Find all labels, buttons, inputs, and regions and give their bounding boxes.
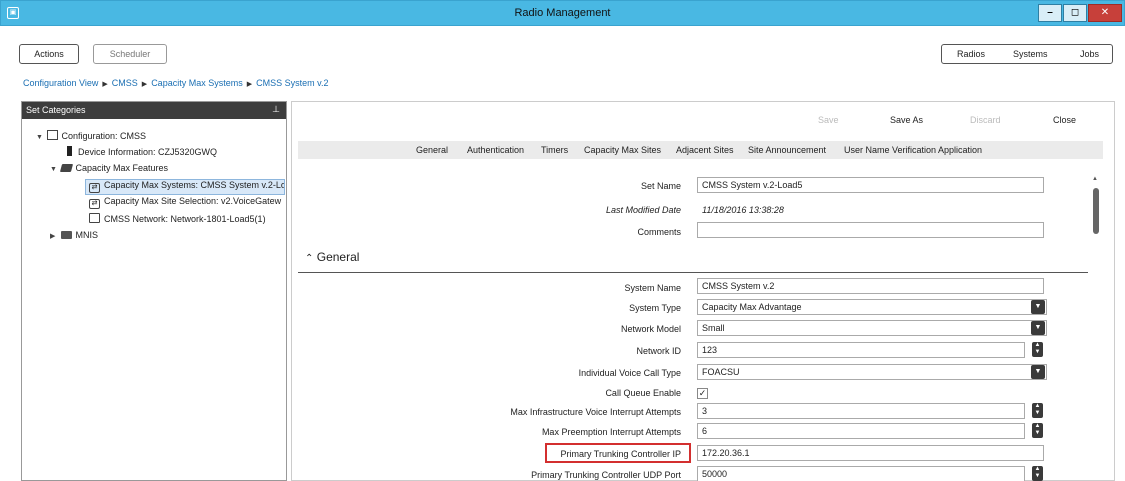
network-id-label: Network ID <box>636 346 681 356</box>
breadcrumb-separator-icon: ▶ <box>102 81 108 88</box>
last-modified-label: Last Modified Date <box>605 205 681 215</box>
tab-capacity-max-sites[interactable]: Capacity Max Sites <box>584 145 661 155</box>
set-categories-panel: Set Categories ⊥ ▼ Configuration: CMSS D… <box>21 101 287 481</box>
network-id-input[interactable]: 123 <box>697 342 1025 358</box>
jobs-button[interactable]: Jobs <box>1080 49 1099 59</box>
tree-item-label: Device Information: CZJ5320GWQ <box>78 147 218 157</box>
tree-item-label: CMSS Network: Network-1801-Load5(1) <box>104 214 266 224</box>
expand-down-icon[interactable]: ▼ <box>36 134 44 141</box>
tree-item-label: Capacity Max Systems: CMSS System v.2-Lo <box>104 180 285 190</box>
ptc-ip-label: Primary Trunking Controller IP <box>560 449 681 459</box>
system-name-input[interactable]: CMSS System v.2 <box>697 278 1044 294</box>
call-queue-label: Call Queue Enable <box>605 388 681 398</box>
set-name-input[interactable]: CMSS System v.2-Load5 <box>697 177 1044 193</box>
maximize-button[interactable]: ◻ <box>1063 4 1087 22</box>
last-modified-value: 11/18/2016 13:38:28 <box>702 205 784 215</box>
tab-adjacent-sites[interactable]: Adjacent Sites <box>676 145 734 155</box>
link-icon: ⇄ <box>89 183 100 193</box>
tree-item-label: Capacity Max Site Selection: v2.VoiceGat… <box>104 196 282 206</box>
doc-icon <box>89 213 100 223</box>
tree-item-mnis[interactable]: ▶ MNIS <box>50 230 98 246</box>
breadcrumb-cmss[interactable]: CMSS <box>112 78 138 88</box>
breadcrumb: Configuration View ▶ CMSS ▶ Capacity Max Sys… <box>23 78 328 88</box>
ivc-type-select[interactable]: FOACSU <box>697 364 1047 380</box>
close-button[interactable]: Close <box>1053 115 1076 125</box>
general-section-header[interactable]: ⌃ General <box>305 250 359 264</box>
folder-open-icon <box>59 164 73 172</box>
breadcrumb-cmss-system[interactable]: CMSS System v.2 <box>256 78 328 88</box>
tree-item-capacity-max-systems[interactable]: ⇄ Capacity Max Systems: CMSS System v.2-L… <box>85 179 285 195</box>
collapse-chevron-icon[interactable]: ⌃ <box>305 253 313 264</box>
scrollbar[interactable]: ▲ <box>1091 176 1101 481</box>
expand-right-icon[interactable]: ▶ <box>50 232 58 240</box>
tree-item-device-information[interactable]: Device Information: CZJ5320GWQ <box>64 146 217 162</box>
set-name-label: Set Name <box>640 181 681 191</box>
tree-item-label: Configuration: CMSS <box>61 131 147 141</box>
set-categories-title: Set Categories <box>26 105 86 115</box>
max-preempt-label: Max Preemption Interrupt Attempts <box>541 427 681 437</box>
comments-input[interactable] <box>697 222 1044 238</box>
system-type-label: System Type <box>629 303 681 313</box>
tab-user-name-verification[interactable]: User Name Verification Application <box>844 145 982 155</box>
max-preempt-input[interactable]: 6 <box>697 423 1025 439</box>
tab-general[interactable]: General <box>416 145 448 155</box>
network-model-label: Network Model <box>620 324 681 334</box>
pin-icon[interactable]: ⊥ <box>272 104 280 115</box>
tree-item-capacity-max-site-selection[interactable]: ⇄ Capacity Max Site Selection: v2.VoiceGa… <box>89 196 285 212</box>
folder-icon <box>60 231 72 239</box>
breadcrumb-configuration-view[interactable]: Configuration View <box>23 78 98 88</box>
discard-button[interactable]: Discard <box>970 115 1001 125</box>
general-section-title: General <box>316 250 360 264</box>
ptc-udp-label: Primary Trunking Controller UDP Port <box>531 470 681 480</box>
comments-label: Comments <box>637 227 681 237</box>
expand-down-icon[interactable]: ▼ <box>50 166 58 173</box>
stepper-icon[interactable]: ▲ ▼ <box>1032 423 1043 438</box>
tree-item-label: Capacity Max Features <box>75 163 169 173</box>
scheduler-button[interactable]: Scheduler <box>93 44 167 64</box>
ptc-udp-input[interactable]: 50000 <box>697 466 1025 481</box>
close-window-button[interactable]: ✕ <box>1088 4 1122 22</box>
tab-site-announcement[interactable]: Site Announcement <box>748 145 826 155</box>
stepper-icon[interactable]: ▲ ▼ <box>1032 403 1043 418</box>
ptc-ip-input[interactable]: 172.20.36.1 <box>697 445 1044 461</box>
minimize-button[interactable]: – <box>1038 4 1062 22</box>
scroll-thumb[interactable] <box>1093 188 1099 234</box>
window-title: Radio Management <box>514 7 611 19</box>
section-divider <box>298 272 1088 273</box>
system-name-label: System Name <box>624 283 681 293</box>
max-infra-label: Max Infrastructure Voice Interrupt Attem… <box>510 407 681 417</box>
radios-button[interactable]: Radios <box>957 49 985 59</box>
dropdown-arrow-icon[interactable]: ▼ <box>1031 365 1045 379</box>
tab-timers[interactable]: Timers <box>541 145 568 155</box>
scroll-up-icon[interactable]: ▲ <box>1092 176 1098 182</box>
network-model-select[interactable]: Small <box>697 320 1047 336</box>
max-infra-input[interactable]: 3 <box>697 403 1025 419</box>
systems-button[interactable]: Systems <box>1013 49 1048 59</box>
link-icon: ⇄ <box>89 199 100 209</box>
tree-item-configuration[interactable]: ▼ Configuration: CMSS <box>36 130 146 146</box>
actions-button[interactable]: Actions <box>19 44 79 64</box>
stepper-icon[interactable]: ▲ ▼ <box>1032 466 1043 481</box>
save-as-button[interactable]: Save As <box>890 115 923 125</box>
ivc-type-label: Individual Voice Call Type <box>578 368 681 378</box>
tab-authentication[interactable]: Authentication <box>467 145 524 155</box>
breadcrumb-separator-icon: ▶ <box>246 81 253 88</box>
view-nav-group: Radios Systems Jobs <box>941 44 1113 64</box>
tree-item-capacity-max-features[interactable]: ▼ Capacity Max Features <box>50 163 168 179</box>
breadcrumb-capacity-max-systems[interactable]: Capacity Max Systems <box>151 78 243 88</box>
tree-item-cmss-network[interactable]: CMSS Network: Network-1801-Load5(1) <box>89 213 266 229</box>
call-queue-checkbox[interactable]: ✓ <box>697 388 708 399</box>
config-icon <box>46 130 58 140</box>
stepper-icon[interactable]: ▲ ▼ <box>1032 342 1043 357</box>
system-type-select[interactable]: Capacity Max Advantage <box>697 299 1047 315</box>
dropdown-arrow-icon[interactable]: ▼ <box>1031 300 1045 314</box>
title-bar: ▣ Radio Management – ◻ ✕ <box>0 0 1125 26</box>
save-button[interactable]: Save <box>818 115 839 125</box>
breadcrumb-separator-icon: ▶ <box>141 81 148 88</box>
tab-strip: General Authentication Timers Capacity M… <box>298 141 1103 159</box>
device-icon <box>67 146 72 156</box>
dropdown-arrow-icon[interactable]: ▼ <box>1031 321 1045 335</box>
tree-item-label: MNIS <box>75 230 99 240</box>
set-categories-header: Set Categories ⊥ <box>22 102 286 119</box>
